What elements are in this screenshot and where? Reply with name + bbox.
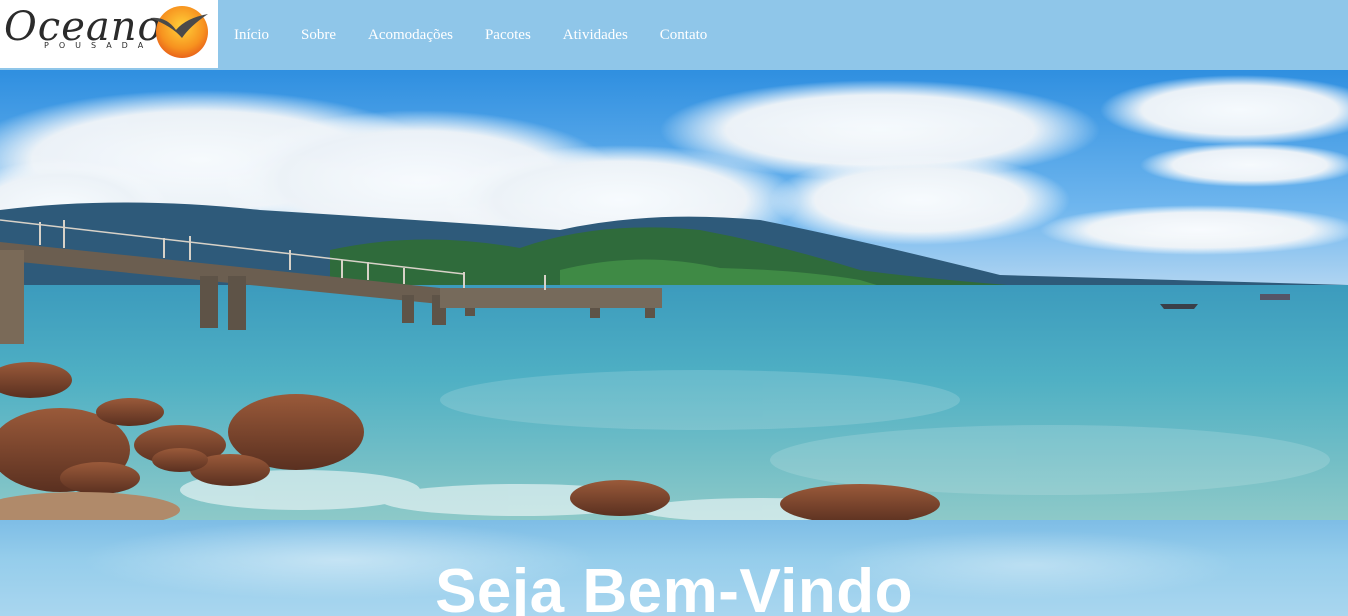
site-header: Oceano POUSADA Início Sobre Acomodações … [0,0,1348,70]
welcome-section: Seja Bem-Vindo [0,520,1348,616]
sun-bird-icon [150,6,208,58]
nav-link-atividades[interactable]: Atividades [547,0,644,70]
logo[interactable]: Oceano POUSADA [0,0,218,68]
hero-banner [0,70,1348,520]
main-nav: Início Sobre Acomodações Pacotes Ativida… [218,0,723,70]
logo-subtitle: POUSADA [44,41,154,50]
nav-link-sobre[interactable]: Sobre [285,0,352,70]
nav-link-contato[interactable]: Contato [644,0,724,70]
nav-link-inicio[interactable]: Início [218,0,285,70]
nav-link-acomodacoes[interactable]: Acomodações [352,0,469,70]
welcome-heading: Seja Bem-Vindo [435,557,913,616]
hero-beach-image [0,70,1348,520]
nav-link-pacotes[interactable]: Pacotes [469,0,547,70]
